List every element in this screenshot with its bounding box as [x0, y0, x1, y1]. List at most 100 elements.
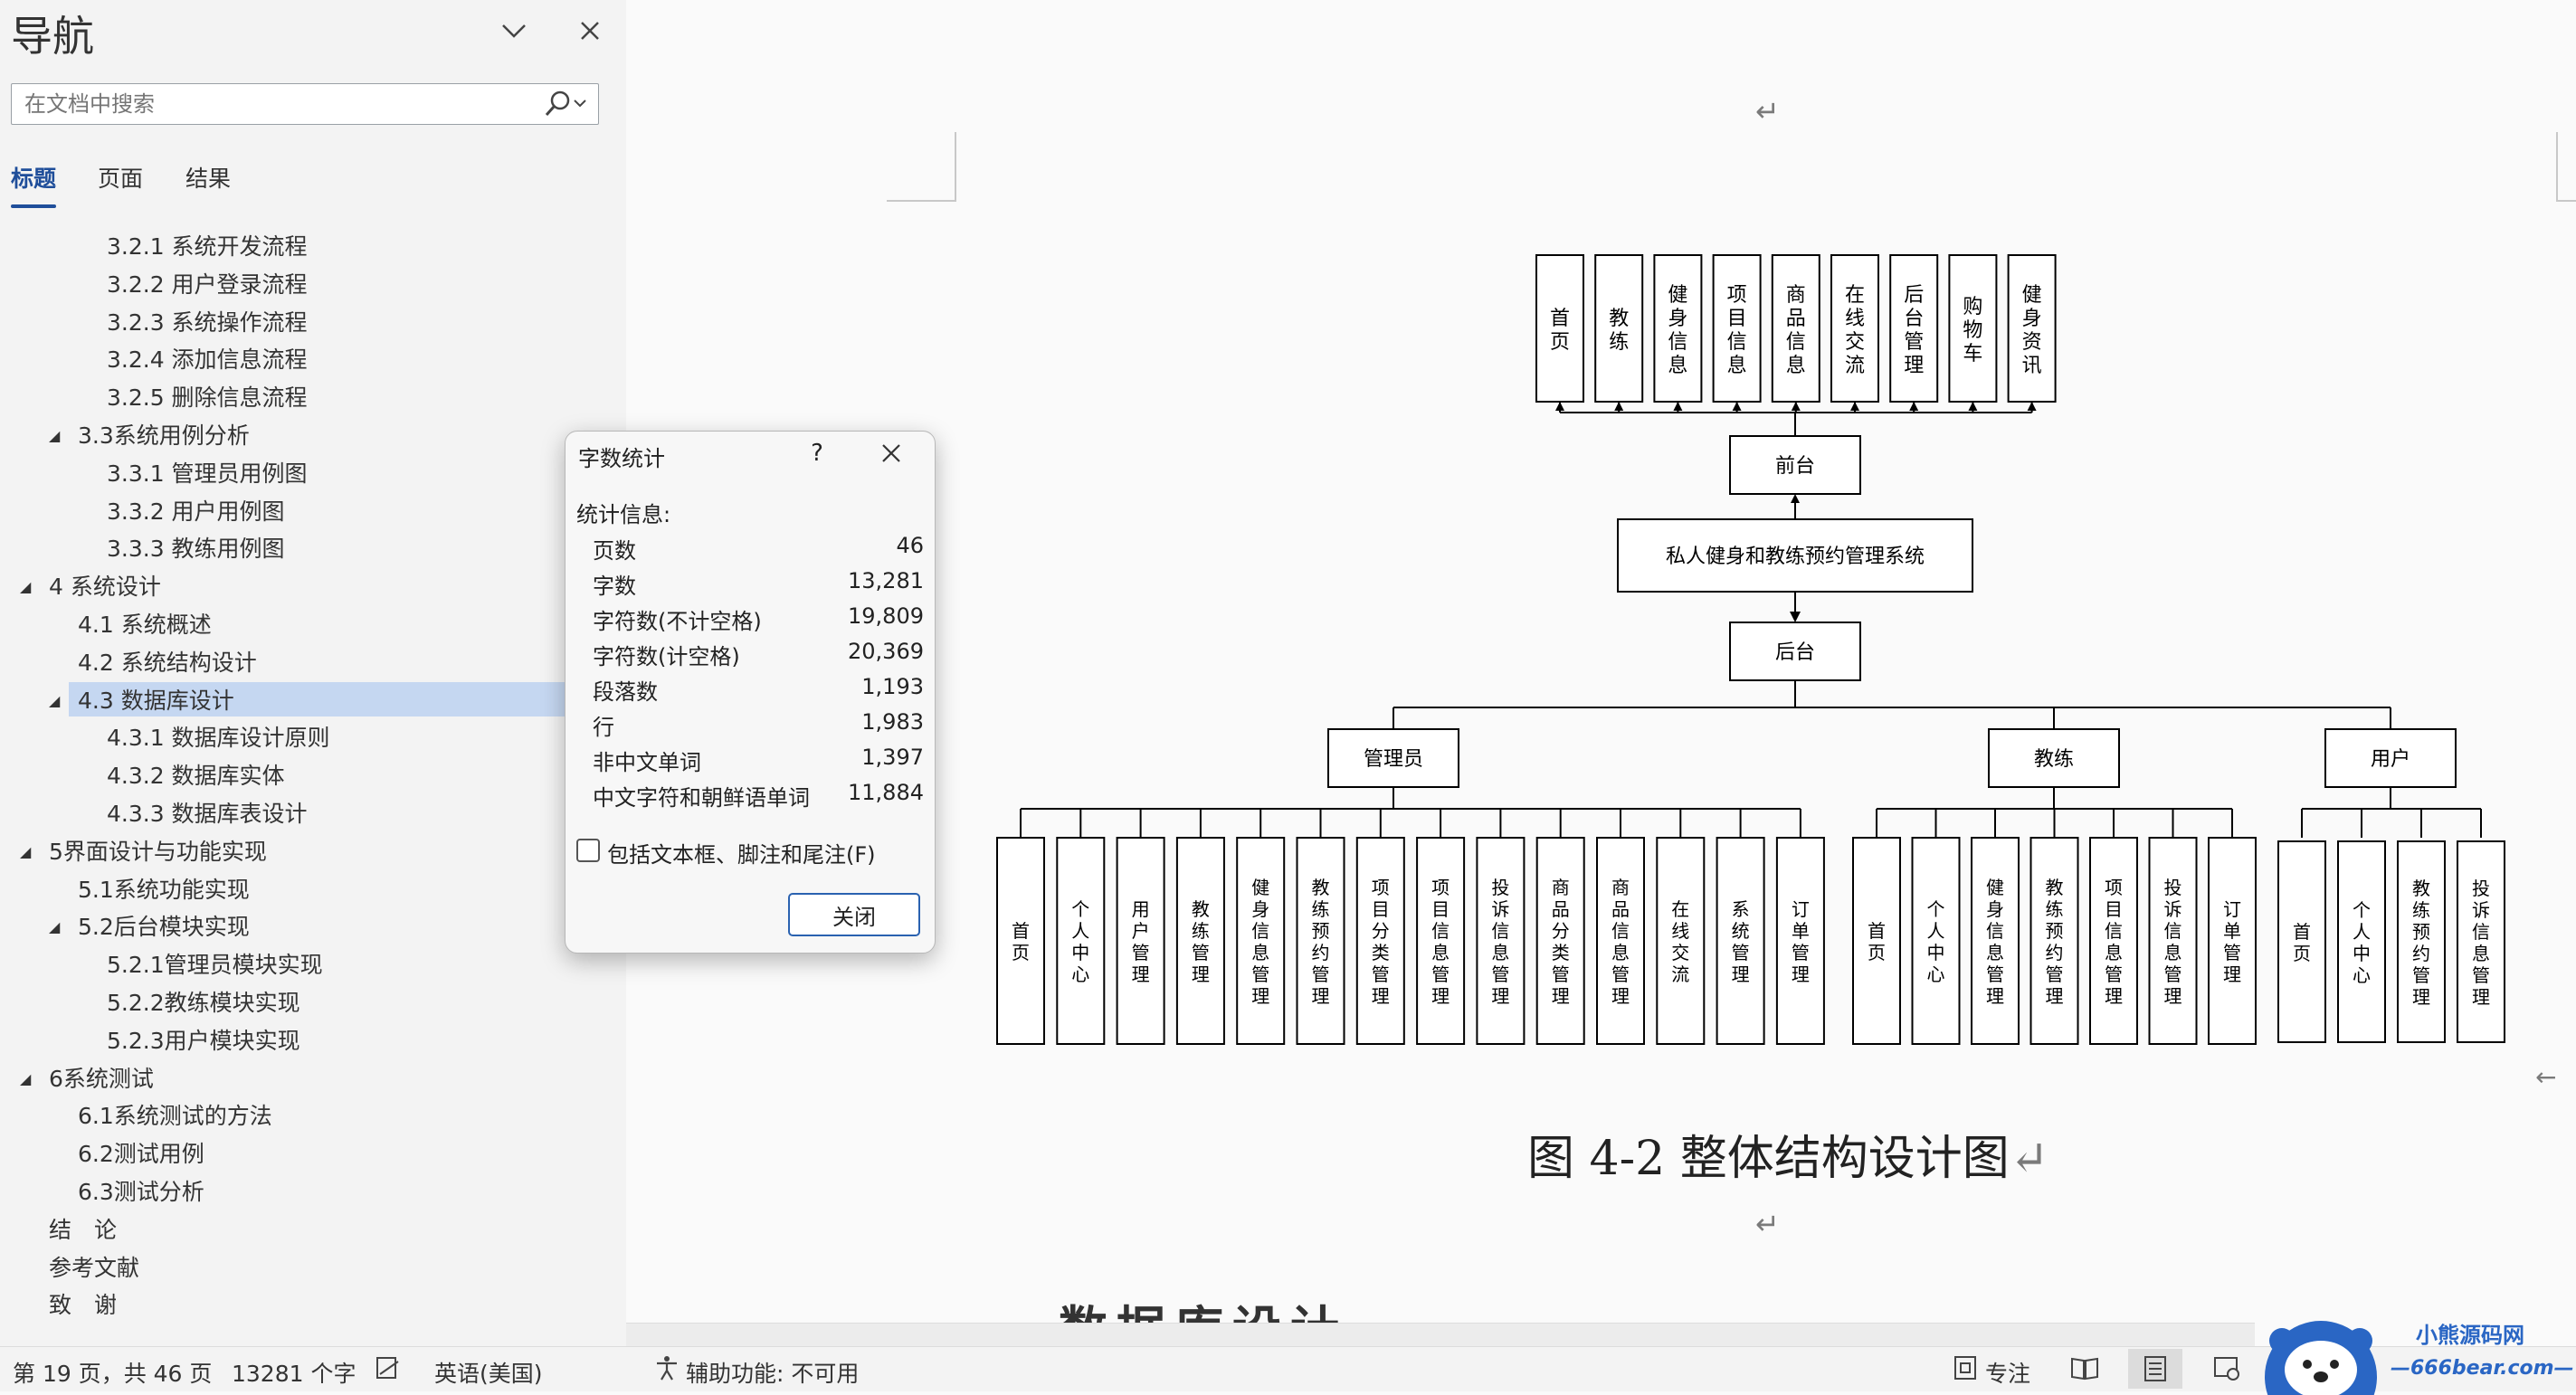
- nav-heading-item[interactable]: 3.2.4 添加信息流程: [107, 343, 308, 377]
- page-corner-mark: [887, 132, 956, 202]
- nav-heading-item[interactable]: 5.2后台模块实现: [78, 910, 250, 944]
- close-button[interactable]: 关闭: [788, 893, 920, 936]
- nav-heading-item[interactable]: 4.3.1 数据库设计原则: [107, 721, 330, 755]
- top-module-char: 息: [1786, 355, 1806, 377]
- close-icon[interactable]: [572, 13, 608, 49]
- function-module-char: 品: [1611, 898, 1630, 920]
- function-module-char: 页: [2293, 943, 2311, 964]
- accessibility-icon[interactable]: [653, 1354, 680, 1385]
- function-module-char: 息: [2472, 943, 2490, 964]
- nav-heading-item[interactable]: 4.3.3 数据库表设计: [107, 797, 308, 831]
- accessibility-status[interactable]: 辅助功能: 不可用: [686, 1356, 859, 1389]
- nav-title: 导航: [11, 12, 94, 61]
- collapse-triangle-icon[interactable]: ◢: [20, 835, 31, 869]
- function-module-char: 理: [1431, 985, 1450, 1007]
- nav-heading-item[interactable]: 3.3.3 教练用例图: [107, 532, 285, 566]
- nav-heading-item[interactable]: 4.2 系统结构设计: [78, 646, 257, 680]
- horizontal-scrollbar[interactable]: [626, 1323, 2255, 1347]
- nav-heading-item[interactable]: 3.3.2 用户用例图: [107, 495, 285, 529]
- arrow-head: [1732, 402, 1742, 411]
- nav-heading-item[interactable]: 结 论: [49, 1213, 117, 1248]
- collapse-triangle-icon[interactable]: ◢: [20, 1062, 31, 1096]
- function-module-char: 身: [1986, 898, 2004, 920]
- nav-heading-item[interactable]: 5.1系统功能实现: [78, 873, 250, 907]
- function-module-char: 理: [2412, 986, 2430, 1008]
- page-counter[interactable]: 第 19 页，共 46 页: [13, 1356, 212, 1389]
- nav-heading-item[interactable]: 6.3测试分析: [78, 1175, 204, 1210]
- checkbox-label[interactable]: 包括文本框、脚注和尾注(F): [607, 837, 876, 868]
- function-module-char: 理: [1611, 985, 1630, 1007]
- tab-headings[interactable]: 标题: [11, 161, 56, 194]
- nav-heading-item[interactable]: 6.1系统测试的方法: [78, 1099, 272, 1134]
- stat-label: 非中文单词: [593, 750, 701, 775]
- top-module-char: 身: [2022, 308, 2042, 330]
- web-layout-icon[interactable]: [2213, 1354, 2240, 1385]
- search-input[interactable]: [23, 90, 533, 119]
- function-module-char: 教: [2412, 878, 2430, 899]
- nav-heading-item[interactable]: 5.2.1管理员模块实现: [107, 948, 323, 982]
- nav-heading-item[interactable]: 3.2.5 删除信息流程: [107, 381, 308, 415]
- proofing-icon[interactable]: [375, 1354, 402, 1385]
- function-module-char: 教: [1192, 898, 1210, 920]
- function-module-char: 订: [1792, 898, 1810, 920]
- nav-heading-item[interactable]: 6系统测试: [49, 1062, 154, 1096]
- tab-results[interactable]: 结果: [185, 161, 231, 194]
- word-count[interactable]: 13281 个字: [232, 1356, 356, 1389]
- function-module-char: 理: [1251, 985, 1269, 1007]
- top-module-char: 后: [1904, 284, 1924, 307]
- arrow-head: [1791, 494, 1800, 503]
- nav-heading-item[interactable]: 3.2.3 系统操作流程: [107, 306, 308, 340]
- top-module-char: 讯: [2022, 355, 2042, 377]
- function-module-char: 管: [1491, 963, 1509, 985]
- nav-heading-item[interactable]: 3.3.1 管理员用例图: [107, 457, 308, 491]
- language-indicator[interactable]: 英语(美国): [434, 1356, 543, 1389]
- function-module-char: 练: [2412, 899, 2430, 921]
- nav-heading-item[interactable]: 致 谢: [49, 1288, 117, 1323]
- nav-heading-item[interactable]: 4.3 数据库设计: [78, 684, 234, 718]
- dialog-close-icon[interactable]: [873, 435, 909, 471]
- function-module-char: 理: [2472, 986, 2490, 1008]
- function-module-char: 管: [2164, 963, 2182, 985]
- function-module-char: 管: [1251, 963, 1269, 985]
- top-module-char: 健: [1668, 284, 1687, 307]
- margin-arrow-icon: ←: [2535, 1062, 2557, 1092]
- function-module-char: 人: [2353, 921, 2371, 943]
- include-textbox-checkbox[interactable]: [576, 839, 600, 862]
- focus-mode-button[interactable]: 专注: [1985, 1356, 2030, 1389]
- help-button[interactable]: ?: [799, 435, 835, 471]
- collapse-triangle-icon[interactable]: ◢: [49, 419, 60, 453]
- nav-heading-item[interactable]: 5.2.2教练模块实现: [107, 986, 300, 1020]
- stat-value: 1,397: [861, 745, 924, 770]
- function-module-char: 理: [1986, 985, 2004, 1007]
- function-module-char: 练: [2046, 898, 2064, 920]
- nav-heading-item[interactable]: 3.2.1 系统开发流程: [107, 230, 308, 264]
- function-module-char: 系: [1732, 898, 1750, 920]
- function-module-char: 管: [2223, 942, 2241, 963]
- role-node-label: 用户: [2371, 748, 2410, 771]
- focus-icon[interactable]: [1953, 1354, 1978, 1385]
- print-layout-icon[interactable]: [2128, 1349, 2182, 1389]
- nav-heading-item[interactable]: 6.2测试用例: [78, 1137, 204, 1172]
- search-icon[interactable]: [542, 90, 589, 122]
- top-module-char: 管: [1904, 331, 1924, 354]
- nav-heading-item[interactable]: 3.2.2 用户登录流程: [107, 268, 308, 302]
- arrow-head: [1909, 402, 1919, 411]
- search-box[interactable]: [11, 83, 599, 125]
- function-module-char: 心: [1927, 963, 1945, 985]
- collapse-triangle-icon[interactable]: ◢: [49, 910, 60, 944]
- arrow-head: [1555, 402, 1564, 411]
- read-mode-icon[interactable]: [2070, 1354, 2099, 1385]
- collapse-triangle-icon[interactable]: ◢: [20, 570, 31, 604]
- nav-heading-item[interactable]: 4.1 系统概述: [78, 608, 212, 642]
- nav-heading-item[interactable]: 3.3系统用例分析: [78, 419, 250, 453]
- nav-heading-item[interactable]: 5.2.3用户模块实现: [107, 1024, 300, 1058]
- nav-heading-item[interactable]: 参考文献: [49, 1251, 139, 1286]
- nav-heading-item[interactable]: 5界面设计与功能实现: [49, 835, 267, 869]
- nav-heading-item[interactable]: 4.3.2 数据库实体: [107, 759, 285, 793]
- collapse-triangle-icon[interactable]: ◢: [49, 684, 60, 718]
- chevron-down-icon[interactable]: [496, 13, 532, 49]
- nav-heading-item[interactable]: 4 系统设计: [49, 570, 161, 604]
- tab-pages[interactable]: 页面: [98, 161, 143, 194]
- function-module-char: 管: [1986, 963, 2004, 985]
- top-module-char: 交: [1845, 331, 1865, 354]
